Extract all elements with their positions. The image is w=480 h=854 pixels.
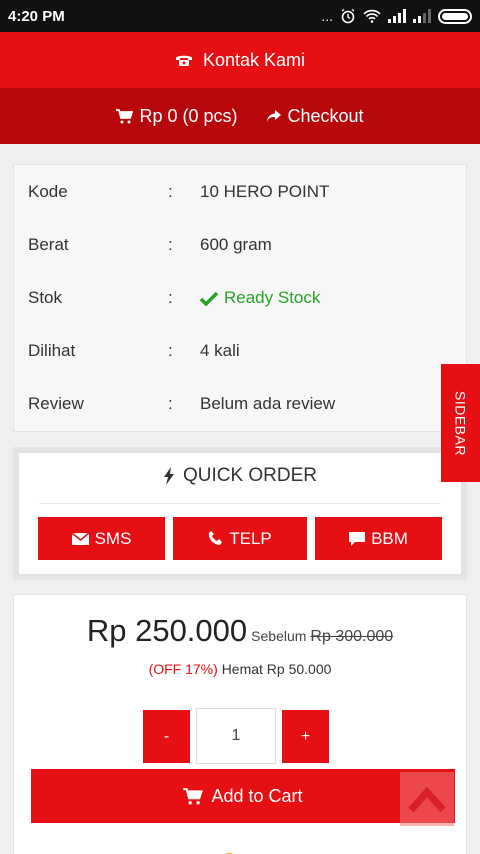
status-icons: ... [321,8,472,24]
add-to-cart-button[interactable]: Add to Cart [31,769,455,823]
info-value: 600 gram [200,235,272,254]
info-separator: : [168,341,173,360]
signal-icon [388,9,406,23]
cart-icon [183,787,204,805]
info-separator: : [168,182,173,201]
price-line: Rp 250.000 Sebelum Rp 300.000 [14,613,466,649]
contact-label: Kontak Kami [202,49,306,70]
quick-order-label: QUICK ORDER [182,465,318,486]
decrease-button[interactable]: - [143,710,190,763]
quick-order-title: QUICK ORDER [19,465,461,487]
divider [39,503,441,504]
info-row-review: Review : Belum ada review [28,389,452,419]
info-row-berat: Berat : 600 gram [28,230,452,260]
wifi-icon [363,9,381,23]
info-value: Belum ada review [200,394,336,413]
more-dots-icon: ... [321,8,333,24]
bbm-button[interactable]: BBM [315,517,442,560]
phone-icon [175,53,193,67]
info-key: Review [28,394,84,413]
checkout-label: Checkout [287,105,364,126]
check-icon [200,291,218,306]
quantity-input[interactable]: 1 [196,708,276,764]
info-key: Kode [28,182,68,201]
info-key: Stok [28,288,63,307]
alarm-icon [340,8,356,24]
telp-label: TELP [229,528,272,548]
back-to-top-button[interactable] [400,772,454,826]
quick-order-card: QUICK ORDER SMS TELP BBM [13,447,467,580]
quantity-stepper: - 1 + [143,708,329,764]
bolt-icon [163,467,175,485]
cart-summary[interactable]: Rp 0 (0 pcs) [116,105,238,127]
sidebar-toggle[interactable]: SIDEBAR [441,364,480,482]
sidebar-label: SIDEBAR [452,390,469,456]
stock-status: Ready Stock [200,288,452,308]
sms-button[interactable]: SMS [38,517,165,560]
share-arrow-icon [266,109,282,123]
price-card: Rp 250.000 Sebelum Rp 300.000 (OFF 17%) … [13,594,467,854]
chevron-up-icon [407,784,447,814]
telp-button[interactable]: TELP [173,517,307,560]
cart-bar: Rp 0 (0 pcs) Checkout [0,88,480,144]
discount-percent: (OFF 17%) [148,661,218,677]
signal-2-icon [413,9,431,23]
envelope-icon [71,532,89,545]
info-row-dilihat: Dilihat : 4 kali [28,336,452,366]
info-row-kode: Kode : 10 HERO POINT [28,177,452,207]
price-before-label: Sebelum [251,628,307,644]
saving-amount: Hemat Rp 50.000 [221,661,332,677]
bbm-label: BBM [371,528,408,548]
info-value: 4 kali [200,341,240,360]
price-before: Rp 300.000 [310,628,394,645]
price-current: Rp 250.000 [86,613,248,648]
info-row-stok: Stok : Ready Stock [28,283,452,313]
info-separator: : [168,235,173,254]
info-separator: : [168,288,173,307]
sms-label: SMS [94,528,132,548]
info-key: Berat [28,235,69,254]
status-bar: 4:20 PM ... [0,0,480,32]
add-to-cart-label: Add to Cart [211,785,303,806]
phone-icon [208,531,223,546]
status-time: 4:20 PM [8,7,65,25]
contact-bar[interactable]: Kontak Kami [0,32,480,88]
cart-total: Rp 0 (0 pcs) [139,105,238,126]
info-separator: : [168,394,173,413]
chat-icon [349,531,366,546]
battery-icon [438,8,472,24]
product-info-card: Kode : 10 HERO POINT Berat : 600 gram St… [13,164,467,432]
increase-button[interactable]: + [282,710,329,763]
cart-icon [116,108,134,124]
info-key: Dilihat [28,341,76,360]
saving-info: (OFF 17%) Hemat Rp 50.000 [14,661,466,677]
stock-label: Ready Stock [224,288,321,307]
info-value: 10 HERO POINT [200,182,330,201]
checkout-link[interactable]: Checkout [266,106,364,127]
